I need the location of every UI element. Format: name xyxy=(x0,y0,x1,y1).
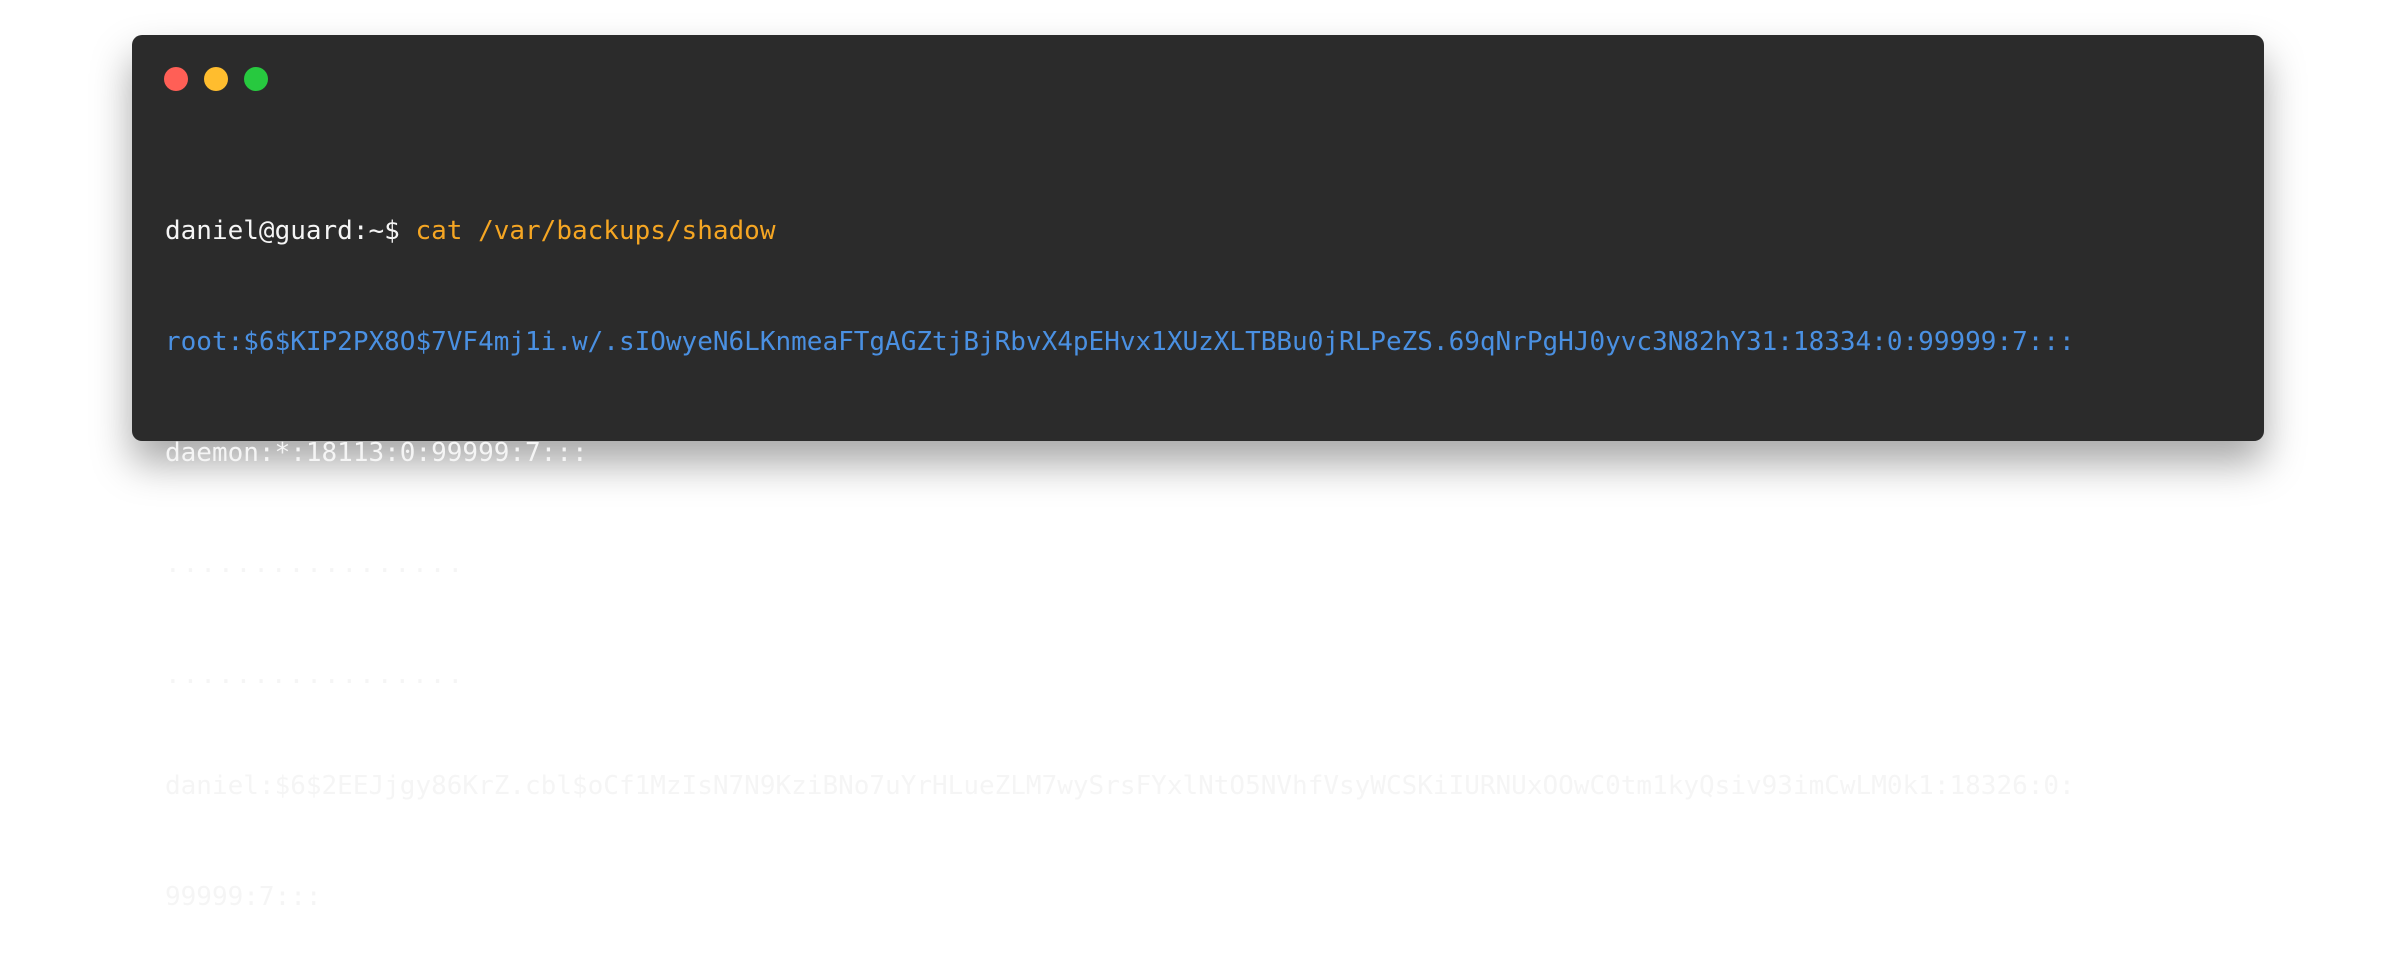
shadow-entry-root: root:$6$KIP2PX8O$7VF4mj1i.w/.sIOwyeN6LKn… xyxy=(165,327,2075,357)
shadow-entry-daemon: daemon:*:18113:0:99999:7::: xyxy=(165,438,588,468)
ellipsis-line-1: ................. xyxy=(165,549,466,579)
terminal-output: daniel@guard:~$ cat /var/backups/shadow … xyxy=(165,139,2245,956)
command-line: daniel@guard:~$ cat /var/backups/shadow xyxy=(165,213,2245,250)
maximize-button[interactable] xyxy=(244,67,268,91)
terminal-window: daniel@guard:~$ cat /var/backups/shadow … xyxy=(132,35,2264,912)
shell-prompt: daniel@guard:~$ xyxy=(165,216,416,246)
window-controls xyxy=(164,67,268,91)
shadow-entry-daniel: daniel:$6$2EEJjgy86KrZ.cbl$oCf1MzIsN7N9K… xyxy=(165,771,2075,801)
minimize-button[interactable] xyxy=(204,67,228,91)
shadow-entry-daniel-wrap: 99999:7::: xyxy=(165,882,322,912)
shell-command: cat /var/backups/shadow xyxy=(415,216,776,246)
close-button[interactable] xyxy=(164,67,188,91)
ellipsis-line-2: ................. xyxy=(165,660,466,690)
